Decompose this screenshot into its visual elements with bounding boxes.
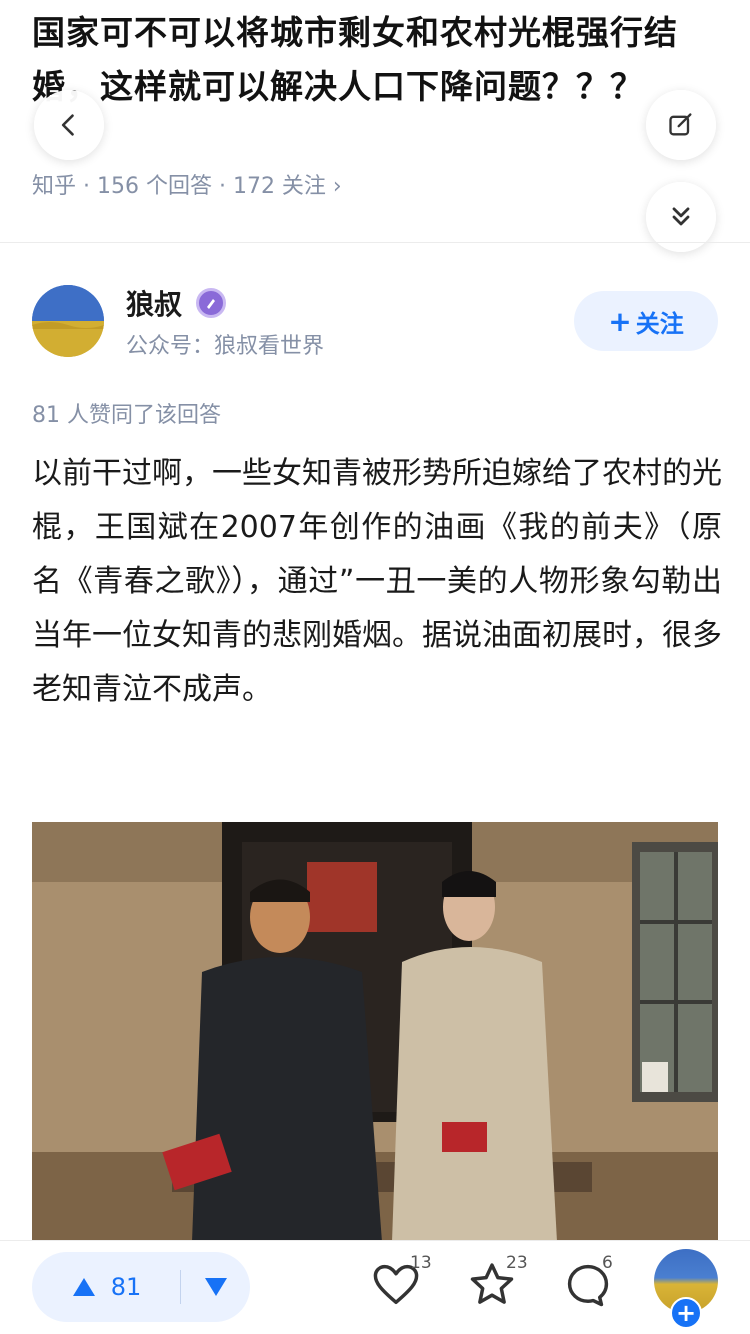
vote-info: 81 人赞同了该回答	[32, 403, 221, 428]
chevron-left-icon	[61, 114, 74, 136]
plus-icon: +	[608, 304, 632, 338]
like-count: 13	[410, 1253, 432, 1273]
triangle-down-icon	[205, 1278, 227, 1296]
question-meta[interactable]: 知乎 · 156 个回答 · 172 关注 ›	[32, 168, 342, 200]
upvote-button[interactable]: 81	[32, 1252, 180, 1322]
painting-illustration	[32, 822, 718, 1242]
plus-icon[interactable]: +	[670, 1297, 702, 1329]
triangle-up-icon	[72, 1278, 95, 1296]
answer-page: 国家可不可以将城市剩女和农村光棍强行结婚，这样就可以解决人口下降问题？？？ 知乎…	[0, 0, 750, 1334]
double-chevron-down-icon	[672, 207, 690, 226]
like-button[interactable]: 13	[370, 1253, 432, 1319]
vote-control: 81	[32, 1252, 250, 1322]
comment-button[interactable]: 6	[562, 1253, 622, 1319]
edit-share-button[interactable]	[646, 90, 716, 160]
avatar-image	[32, 285, 104, 357]
upvote-count: 81	[110, 1273, 142, 1301]
follow-label: 关注	[635, 309, 684, 338]
vote-divider	[180, 1270, 181, 1304]
question-title[interactable]: 国家可不可以将城市剩女和农村光棍强行结婚，这样就可以解决人口下降问题？？？	[32, 6, 702, 114]
favorite-count: 23	[506, 1253, 528, 1273]
back-button[interactable]	[34, 90, 104, 160]
header-divider	[0, 242, 750, 243]
answer-image[interactable]	[32, 822, 718, 1242]
creator-badge-icon	[196, 288, 226, 318]
bottom-action-bar: 81 13 23 6 +	[0, 1240, 750, 1334]
downvote-button[interactable]	[182, 1252, 250, 1322]
follow-button[interactable]: + 关注	[574, 291, 718, 351]
edit-icon	[669, 113, 692, 136]
author-description: 公众号：狼叔看世界	[126, 334, 325, 359]
favorite-button[interactable]: 23	[466, 1253, 528, 1319]
author-avatar[interactable]	[32, 285, 104, 357]
comment-count: 6	[602, 1253, 613, 1273]
author-name[interactable]: 狼叔	[126, 283, 182, 323]
answer-body: 以前干过啊，一些女知青被形势所迫嫁给了农村的光棍，王国斌在2007年创作的油画《…	[32, 456, 722, 707]
